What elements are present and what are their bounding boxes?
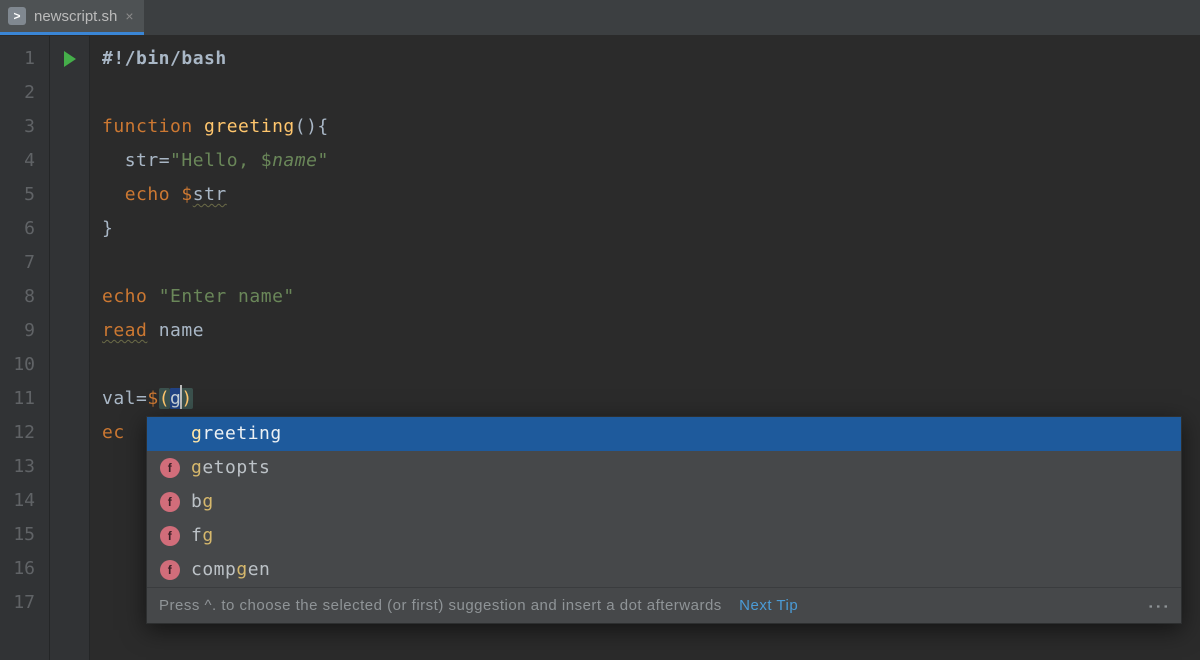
line-number[interactable]: 17 xyxy=(0,586,49,620)
completion-item-compgen[interactable]: f compgen xyxy=(147,553,1181,587)
run-gutter xyxy=(50,36,90,660)
line-number[interactable]: 8 xyxy=(0,280,49,314)
line-number[interactable]: 3 xyxy=(0,110,49,144)
completion-item-fg[interactable]: f fg xyxy=(147,519,1181,553)
line-number[interactable]: 6 xyxy=(0,212,49,246)
var-ref-str: str xyxy=(193,184,227,205)
open-paren: ( xyxy=(159,388,170,409)
kw-echo: echo xyxy=(125,184,170,205)
close-paren: ) xyxy=(181,388,192,409)
function-badge-icon: f xyxy=(160,492,180,512)
close-icon[interactable]: × xyxy=(125,8,133,24)
shebang: #!/bin/bash xyxy=(102,48,227,69)
completion-item-bg[interactable]: f bg xyxy=(147,485,1181,519)
kw-function: function xyxy=(102,116,193,137)
line-number[interactable]: 10 xyxy=(0,348,49,382)
function-badge-icon: f xyxy=(160,458,180,478)
next-tip-link[interactable]: Next Tip xyxy=(739,597,798,614)
tab-bar: newscript.sh × xyxy=(0,0,1200,36)
line-number[interactable]: 12 xyxy=(0,416,49,450)
line-number[interactable]: 11 xyxy=(0,382,49,416)
code-editor[interactable]: #!/bin/bash function greeting(){ str="He… xyxy=(90,36,1200,660)
kw-echo-partial: ec xyxy=(102,422,125,443)
kw-read: read xyxy=(102,320,147,341)
fn-parens: (){ xyxy=(295,116,329,137)
editor-area: 1 2 3 4 5 6 7 8 9 10 11 12 13 14 15 16 1… xyxy=(0,36,1200,660)
var-val: val xyxy=(102,388,136,409)
line-number[interactable]: 13 xyxy=(0,450,49,484)
text-caret xyxy=(180,385,182,409)
run-icon[interactable] xyxy=(64,51,76,67)
shell-file-icon xyxy=(8,7,26,25)
hint-text: Press ^. to choose the selected (or firs… xyxy=(159,597,722,614)
line-number[interactable]: 4 xyxy=(0,144,49,178)
var-name: name xyxy=(159,320,204,341)
close-brace: } xyxy=(102,218,113,239)
fn-name: greeting xyxy=(204,116,295,137)
tab-newscript[interactable]: newscript.sh × xyxy=(0,0,144,35)
line-number[interactable]: 2 xyxy=(0,76,49,110)
line-number[interactable]: 1 xyxy=(0,42,49,76)
string-literal: "Enter name" xyxy=(159,286,295,307)
tab-filename: newscript.sh xyxy=(34,8,117,25)
completion-item-greeting[interactable]: greeting xyxy=(147,417,1181,451)
line-number[interactable]: 9 xyxy=(0,314,49,348)
completion-item-getopts[interactable]: f getopts xyxy=(147,451,1181,485)
function-badge-icon: f xyxy=(160,526,180,546)
kw-echo: echo xyxy=(102,286,147,307)
line-number[interactable]: 14 xyxy=(0,484,49,518)
line-number-gutter: 1 2 3 4 5 6 7 8 9 10 11 12 13 14 15 16 1… xyxy=(0,36,50,660)
var-str: str xyxy=(125,150,159,171)
autocomplete-popup: greeting f getopts f bg f fg f compgen P… xyxy=(146,416,1182,624)
line-number[interactable]: 7 xyxy=(0,246,49,280)
function-badge-icon: f xyxy=(160,560,180,580)
line-number[interactable]: 15 xyxy=(0,518,49,552)
completion-hint-bar: Press ^. to choose the selected (or firs… xyxy=(147,587,1181,623)
line-number[interactable]: 16 xyxy=(0,552,49,586)
line-number[interactable]: 5 xyxy=(0,178,49,212)
